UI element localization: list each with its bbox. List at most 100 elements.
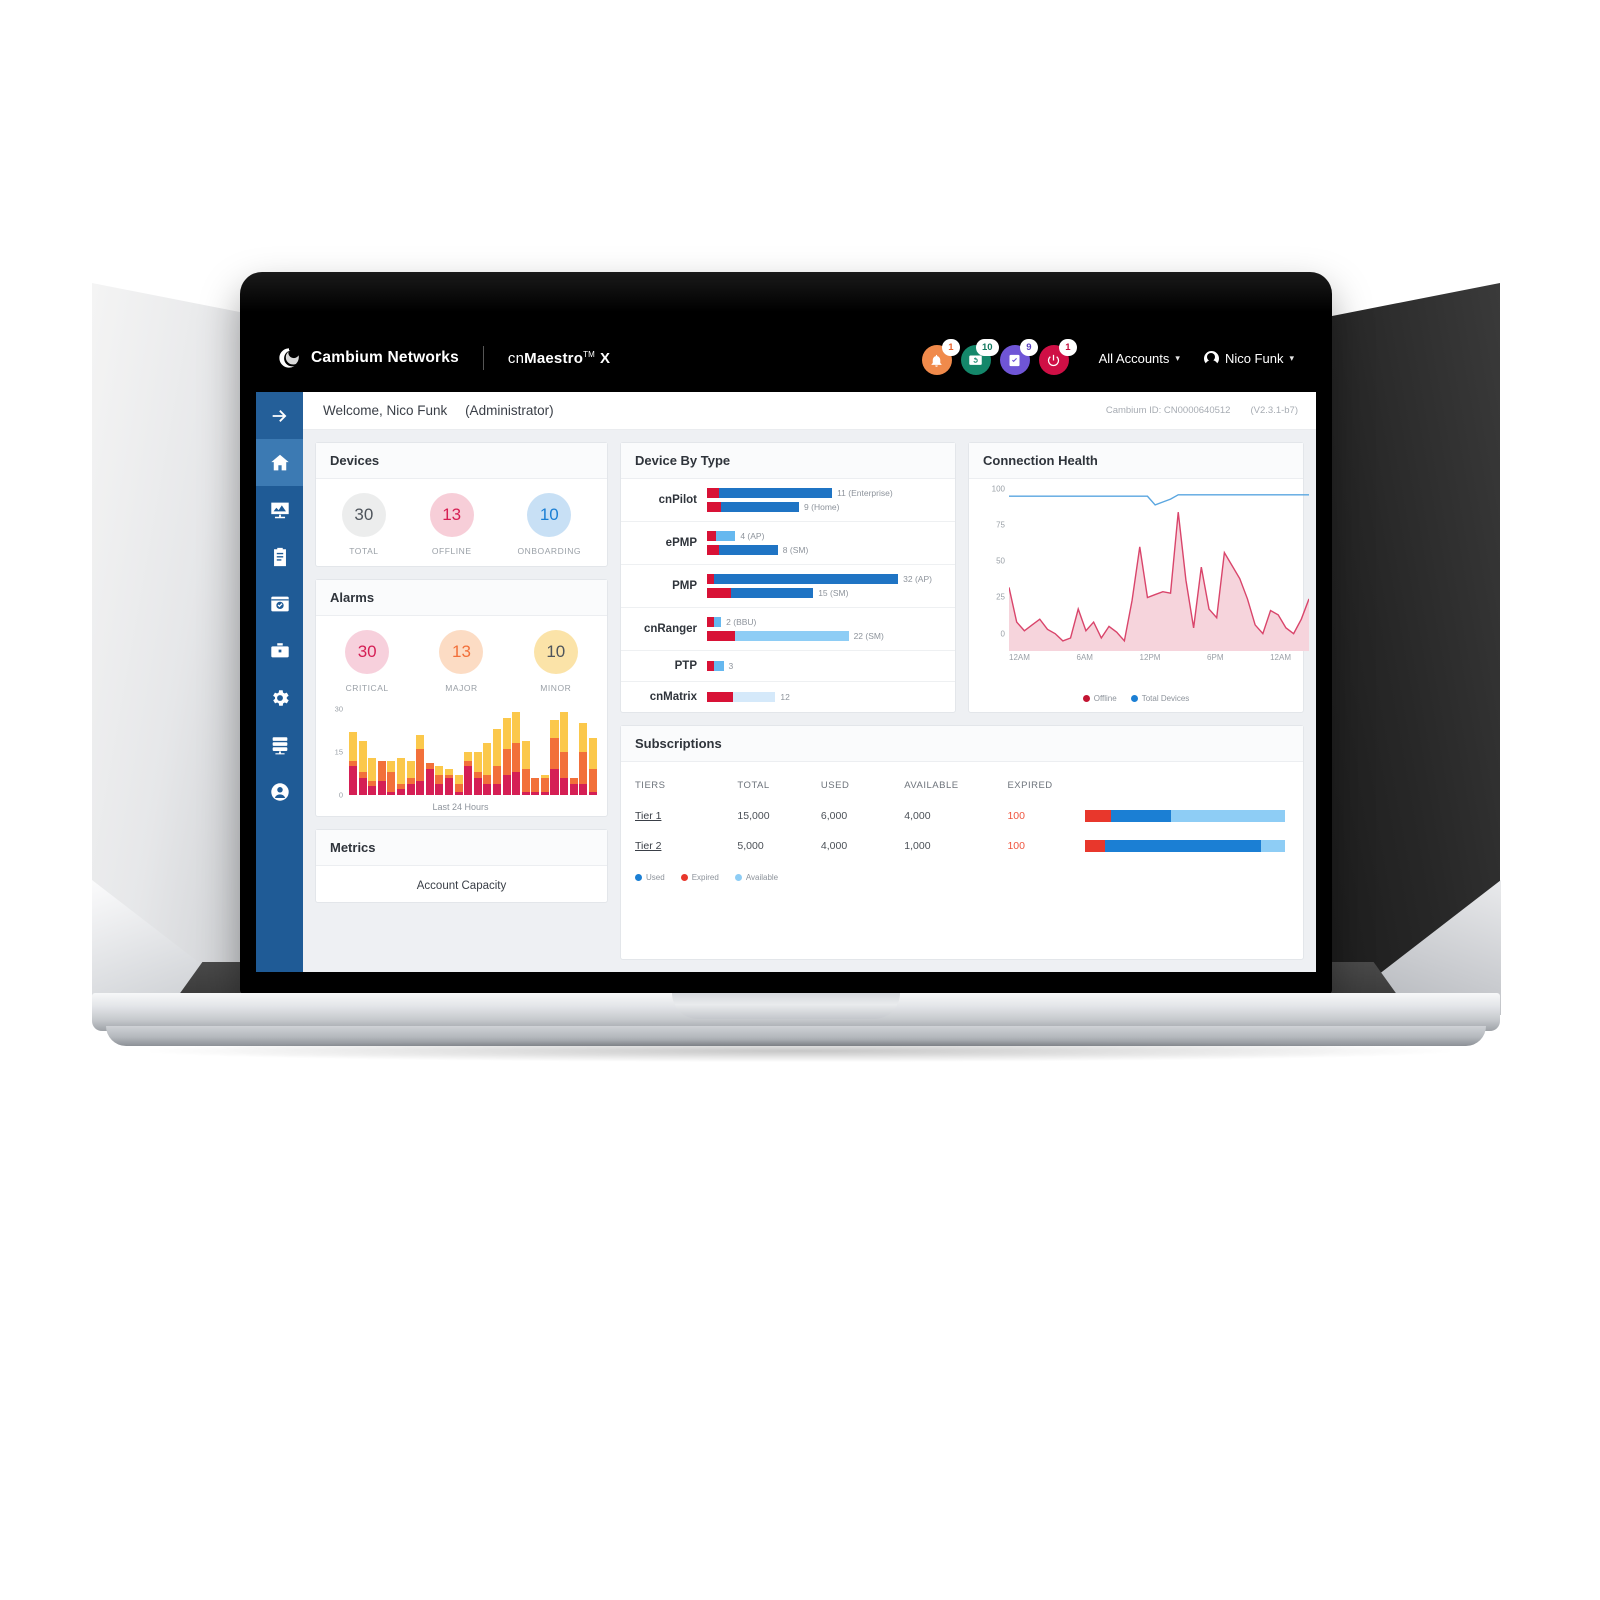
server-rack-icon xyxy=(272,736,287,754)
alarms-critical-value: 30 xyxy=(345,630,390,674)
alarms-stat-major[interactable]: 13 MAJOR xyxy=(439,630,484,693)
connection-health-total-line xyxy=(1009,495,1309,505)
sidebar-item-account[interactable] xyxy=(256,768,303,815)
alarms-stat-critical[interactable]: 30 CRITICAL xyxy=(345,630,390,693)
device-type-bar: 8 (SM) xyxy=(707,545,943,555)
tasks-notification-button[interactable]: 9 xyxy=(999,339,1038,375)
subscription-tier-link[interactable]: Tier 2 xyxy=(635,840,661,852)
sidebar-item-home[interactable] xyxy=(256,439,303,486)
alarms-bar[interactable] xyxy=(416,734,425,795)
alarms-bar[interactable] xyxy=(349,731,358,795)
alarms-bar-segment xyxy=(512,743,521,773)
device-type-bars: 12 xyxy=(707,692,943,702)
alarms-bar[interactable] xyxy=(368,757,377,795)
device-type-row[interactable]: PTP 3 xyxy=(621,651,955,682)
monitor-notification-button[interactable]: 10 xyxy=(960,339,999,375)
dashboard-content: Devices 30 TOTAL 13 OFFLINE 10 ONBOARDIN… xyxy=(303,430,1316,972)
user-menu[interactable]: Nico Funk ▾ xyxy=(1203,350,1294,367)
devices-offline-label: OFFLINE xyxy=(431,546,472,556)
subscription-tier-link[interactable]: Tier 1 xyxy=(635,810,661,822)
reboot-notification-button[interactable]: 1 xyxy=(1038,339,1077,375)
alarms-bar[interactable] xyxy=(444,769,454,795)
alarms-bar-segment xyxy=(387,792,396,795)
alarms-stats: 30 CRITICAL 13 MAJOR 10 MINOR xyxy=(316,616,607,703)
alarms-bar-segment xyxy=(550,769,559,795)
alarms-bars xyxy=(346,709,597,795)
product-edition: X xyxy=(600,349,611,367)
subscription-tier-link-cell: Tier 1 xyxy=(635,801,737,831)
alarms-bar[interactable] xyxy=(540,774,549,795)
alarms-bar[interactable] xyxy=(435,766,444,795)
sidebar-item-monitor[interactable] xyxy=(256,486,303,533)
device-type-row[interactable]: cnMatrix 12 xyxy=(621,682,955,712)
device-type-bar-online xyxy=(718,545,778,555)
alarms-bar[interactable] xyxy=(387,760,396,795)
sidebar-item-expand[interactable] xyxy=(256,392,303,439)
alarms-bar[interactable] xyxy=(502,717,511,795)
alarms-bar[interactable] xyxy=(483,743,492,795)
metrics-card-body: Account Capacity xyxy=(316,866,607,902)
device-type-bar-value: 22 (SM) xyxy=(853,631,884,641)
alarms-bar-segment xyxy=(492,729,501,767)
account-selector[interactable]: All Accounts ▾ xyxy=(1099,351,1180,366)
subscription-used: 4,000 xyxy=(820,840,848,852)
sidebar-item-network[interactable] xyxy=(256,721,303,768)
chevron-down-icon: ▾ xyxy=(1289,352,1294,363)
subscriptions-table-header: TIERS TOTAL USED AVAILABLE EXPIRED xyxy=(635,774,1289,801)
alarms-bar[interactable] xyxy=(531,777,540,795)
alarm-notification-button[interactable]: 1 xyxy=(921,339,960,375)
alarms-bar[interactable] xyxy=(473,752,482,795)
sidebar-item-tools[interactable] xyxy=(256,627,303,674)
alarms-stat-minor[interactable]: 10 MINOR xyxy=(533,630,578,693)
alarms-bar[interactable] xyxy=(396,757,406,795)
legend-item-available: Available xyxy=(734,873,778,882)
alarms-bar[interactable] xyxy=(569,777,578,795)
alarms-bar[interactable] xyxy=(358,740,367,795)
legend-label-offline: Offline xyxy=(1093,694,1117,703)
legend-item-offline: Offline xyxy=(1082,694,1117,703)
sidebar-item-onboarding[interactable] xyxy=(256,580,303,627)
sidebar-item-inventory[interactable] xyxy=(256,533,303,580)
device-type-bar-value: 15 (SM) xyxy=(818,588,849,598)
device-type-bar-online xyxy=(721,502,800,512)
alarms-bar[interactable] xyxy=(550,720,559,795)
device-type-label: PMP xyxy=(672,580,697,592)
devices-total-value: 30 xyxy=(341,493,386,537)
laptop-notch xyxy=(672,993,900,1019)
main-region: Welcome, Nico Funk (Administrator) Cambi… xyxy=(303,392,1316,972)
screenshot-stage: Cambium Networks cnMaestroTM X 1 10 9 1 … xyxy=(0,0,1600,1600)
alarms-bar[interactable] xyxy=(492,729,501,795)
device-type-row[interactable]: cnPilot 11 (Enterprise) 9 (Home) xyxy=(621,479,955,522)
alarms-bar[interactable] xyxy=(560,711,569,795)
alarms-bar[interactable] xyxy=(377,760,386,795)
laptop-lid: Cambium Networks cnMaestroTM X 1 10 9 1 … xyxy=(240,272,1332,994)
welcome-role: (Administrator) xyxy=(465,403,554,418)
alarms-bar[interactable] xyxy=(425,763,434,795)
device-type-bar-offline xyxy=(707,661,715,671)
alarms-bar-segment xyxy=(483,743,492,775)
legend-dot-used xyxy=(635,874,642,881)
alarms-bar[interactable] xyxy=(579,723,588,795)
devices-stat-onboarding[interactable]: 10 ONBOARDING xyxy=(517,493,581,556)
device-type-row[interactable]: PMP 32 (AP) 15 (SM) xyxy=(621,565,955,608)
alarms-bar[interactable] xyxy=(588,737,597,795)
reboot-badge-count: 1 xyxy=(1059,339,1077,356)
alarms-y-axis: 0 15 30 xyxy=(324,705,346,800)
device-type-row[interactable]: ePMP 4 (AP) 8 (SM) xyxy=(621,522,955,565)
subscription-used-cell: 6,000 xyxy=(821,801,904,831)
subscription-available: 1,000 xyxy=(904,840,931,852)
alarms-bar[interactable] xyxy=(454,774,463,795)
sidebar-item-administration[interactable] xyxy=(256,674,303,721)
alarms-bar[interactable] xyxy=(521,740,530,795)
alarms-bar[interactable] xyxy=(464,752,473,795)
subscription-bar-used xyxy=(1111,810,1171,822)
devices-stat-offline[interactable]: 13 OFFLINE xyxy=(429,493,474,556)
subscription-total: 5,000 xyxy=(737,840,764,852)
alarms-bar-segment xyxy=(464,766,473,795)
alarms-bar[interactable] xyxy=(512,711,521,795)
alarms-bar[interactable] xyxy=(406,760,415,795)
subscription-bar-expired xyxy=(1085,810,1111,822)
alarms-bar-segment xyxy=(454,774,463,784)
devices-stat-total[interactable]: 30 TOTAL xyxy=(341,493,386,556)
device-type-row[interactable]: cnRanger 2 (BBU) 22 (SM) xyxy=(621,608,955,651)
